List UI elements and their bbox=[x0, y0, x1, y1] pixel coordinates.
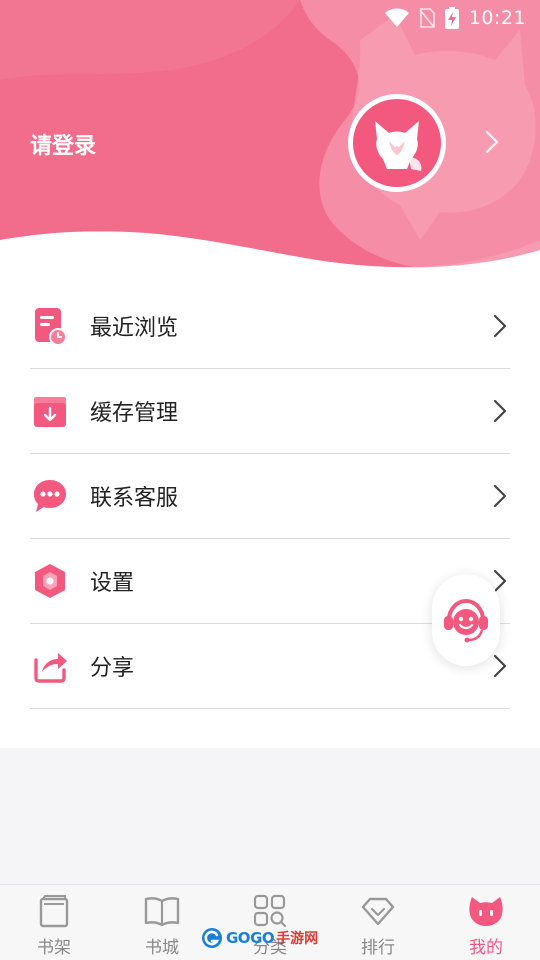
wifi-icon bbox=[384, 8, 409, 28]
chat-bubble-icon bbox=[30, 476, 70, 516]
share-icon bbox=[30, 646, 70, 686]
status-bar: 10:21 bbox=[0, 0, 540, 36]
tab-ranking[interactable]: 排行 bbox=[324, 885, 432, 960]
ranking-diamond-icon bbox=[360, 893, 396, 929]
headset-smiley-icon bbox=[444, 598, 488, 643]
category-grid-icon bbox=[252, 893, 288, 929]
menu-item-cache-management[interactable]: 缓存管理 bbox=[30, 369, 510, 454]
avatar[interactable] bbox=[348, 94, 446, 192]
recent-browse-icon bbox=[30, 306, 70, 346]
tab-bookshelf[interactable]: 书架 bbox=[0, 885, 108, 960]
watermark-text: GOGO bbox=[226, 929, 275, 947]
settings-hexagon-icon bbox=[30, 561, 70, 601]
no-sim-icon bbox=[419, 8, 435, 28]
watermark-logo-icon bbox=[202, 928, 222, 948]
profile-header: 10:21 请登录 bbox=[0, 0, 540, 290]
profile-menu: 最近浏览 缓存管理 联系客服 设置 分享 bbox=[0, 284, 540, 748]
open-book-icon bbox=[144, 893, 180, 929]
battery-charging-icon bbox=[444, 7, 459, 29]
menu-item-label: 联系客服 bbox=[90, 486, 179, 511]
menu-item-recent-browse[interactable]: 最近浏览 bbox=[30, 284, 510, 369]
menu-item-contact-service[interactable]: 联系客服 bbox=[30, 454, 510, 539]
login-prompt[interactable]: 请登录 bbox=[30, 128, 96, 160]
tab-label: 我的 bbox=[469, 938, 503, 958]
tab-label: 排行 bbox=[361, 938, 395, 958]
floating-customer-service-button[interactable] bbox=[432, 574, 500, 666]
fox-avatar-icon bbox=[375, 121, 422, 171]
menu-item-label: 分享 bbox=[90, 656, 135, 681]
chevron-right-icon bbox=[490, 312, 510, 340]
menu-item-label: 缓存管理 bbox=[90, 401, 179, 426]
bookshelf-icon bbox=[36, 893, 72, 929]
tab-mine[interactable]: 我的 bbox=[432, 885, 540, 960]
chevron-right-icon bbox=[490, 652, 510, 680]
chevron-right-icon bbox=[490, 482, 510, 510]
profile-face-icon bbox=[468, 893, 504, 929]
menu-item-label: 设置 bbox=[90, 571, 135, 596]
profile-chevron-right-icon[interactable] bbox=[484, 128, 500, 160]
tab-label: 书城 bbox=[145, 938, 179, 958]
menu-item-label: 最近浏览 bbox=[90, 316, 179, 341]
cache-download-icon bbox=[30, 391, 70, 431]
site-watermark: GOGO 手游网 bbox=[200, 925, 318, 951]
clock-time: 10:21 bbox=[468, 7, 526, 29]
tab-label: 书架 bbox=[37, 938, 71, 958]
watermark-text-2: 手游网 bbox=[276, 931, 319, 947]
chevron-right-icon bbox=[490, 397, 510, 425]
